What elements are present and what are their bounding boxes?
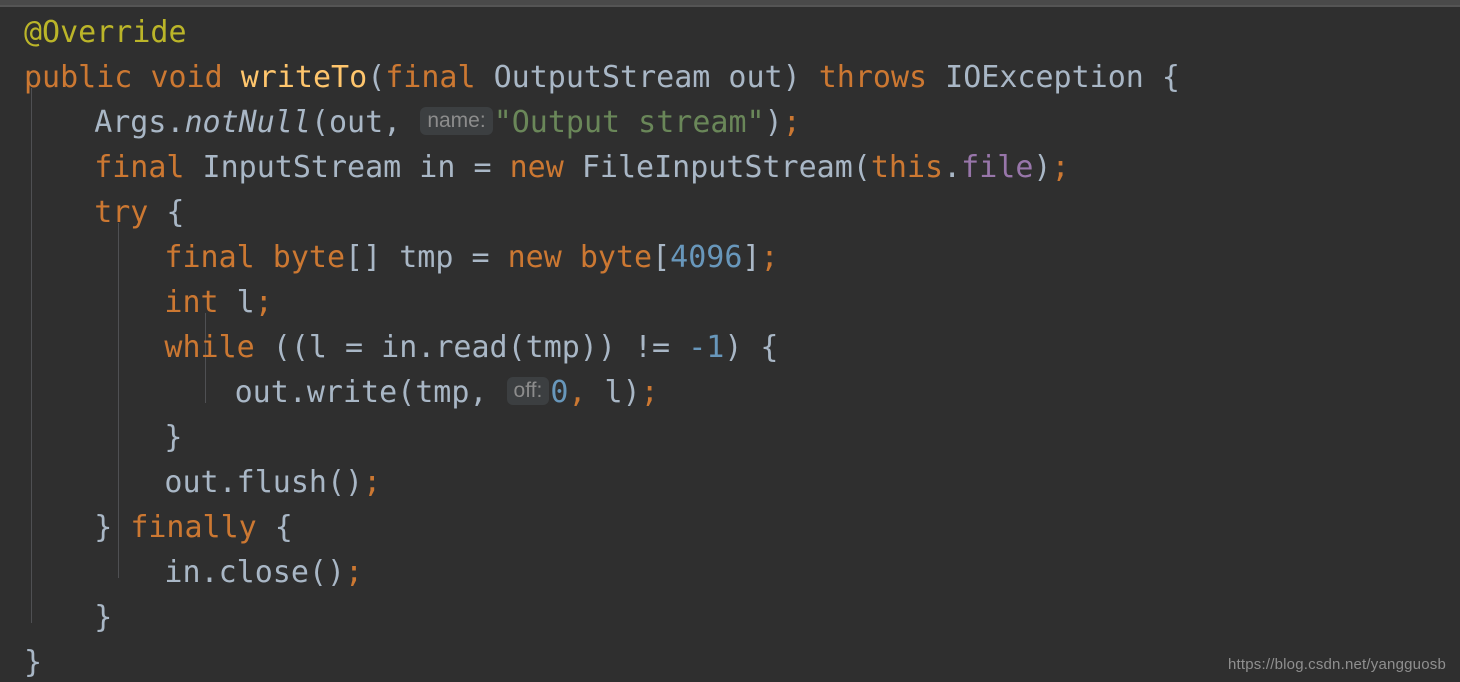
- code-token-keyword: while: [164, 330, 255, 365]
- code-line-15[interactable]: }: [24, 640, 42, 682]
- code-token-number: 4096: [670, 240, 743, 275]
- code-token-default: in.close(): [164, 555, 346, 590]
- code-token-keyword: final: [164, 240, 255, 275]
- code-line-6[interactable]: final byte[] tmp = new byte[4096];: [164, 235, 778, 280]
- code-token-semicolon: ;: [760, 240, 779, 275]
- code-token-default: l: [218, 285, 255, 320]
- code-token-default: ]: [742, 240, 761, 275]
- code-editor-screenshot: @Override public void writeTo(final Outpu…: [0, 0, 1460, 682]
- code-token-semicolon: ;: [363, 465, 382, 500]
- code-token-default: Args.: [94, 105, 185, 140]
- code-token-default: ): [764, 105, 783, 140]
- code-token-keyword: throws: [818, 60, 928, 95]
- code-token-static: notNull: [184, 105, 311, 140]
- code-token-default: .: [943, 150, 962, 185]
- code-line-1[interactable]: @Override: [24, 10, 187, 55]
- code-token-default: l): [586, 375, 641, 410]
- code-token-method: writeTo: [240, 60, 368, 95]
- code-line-14[interactable]: }: [94, 595, 112, 640]
- code-line-12[interactable]: } finally {: [94, 505, 293, 550]
- code-token-keyword: int: [164, 285, 219, 320]
- code-token-default: }: [94, 600, 113, 635]
- code-token-default: [223, 60, 241, 95]
- code-token-keyword: this: [870, 150, 944, 185]
- code-token-annotation: @Override: [24, 15, 187, 50]
- code-token-semicolon: ;: [345, 555, 364, 590]
- watermark-text: https://blog.csdn.net/yangguosb: [1227, 656, 1446, 673]
- code-line-4[interactable]: final InputStream in = new FileInputStre…: [94, 145, 1069, 190]
- code-token-semicolon: ;: [640, 375, 659, 410]
- indent-guide-1: [31, 88, 32, 623]
- code-token-keyword: byte: [272, 240, 346, 275]
- editor-surface[interactable]: @Override public void writeTo(final Outpu…: [0, 7, 1460, 682]
- code-token-semicolon: ;: [1051, 150, 1070, 185]
- code-line-8[interactable]: while ((l = in.read(tmp)) != -1) {: [164, 325, 778, 370]
- code-token-default: }: [24, 645, 43, 680]
- code-token-keyword: final: [94, 150, 185, 185]
- inlay-parameter-hint[interactable]: name:: [420, 107, 493, 135]
- code-token-keyword: new: [507, 240, 562, 275]
- code-token-default: ) {: [724, 330, 779, 365]
- code-line-11[interactable]: out.flush();: [164, 460, 381, 505]
- code-token-default: [132, 60, 150, 95]
- code-token-default: ): [1033, 150, 1052, 185]
- code-token-number: -1: [688, 330, 725, 365]
- code-line-13[interactable]: in.close();: [164, 550, 363, 595]
- code-token-semicolon: ;: [782, 105, 801, 140]
- code-token-default: [562, 240, 580, 275]
- code-token-number: 0: [550, 375, 569, 410]
- code-token-keyword: try: [94, 195, 149, 230]
- code-token-default: IOException {: [927, 60, 1180, 95]
- code-token-semicolon: ;: [254, 285, 273, 320]
- code-line-5[interactable]: try {: [94, 190, 184, 235]
- code-token-default: ((l = in.read(tmp)) !=: [254, 330, 689, 365]
- code-token-default: OutputStream out): [475, 60, 819, 95]
- code-token-default: {: [256, 510, 293, 545]
- code-token-default: out.flush(): [164, 465, 364, 500]
- code-line-7[interactable]: int l;: [164, 280, 272, 325]
- code-token-field: file: [961, 150, 1034, 185]
- code-token-keyword: void: [150, 60, 223, 95]
- code-line-10[interactable]: }: [164, 415, 182, 460]
- code-token-default: [: [652, 240, 671, 275]
- code-token-keyword: byte: [579, 240, 653, 275]
- code-token-keyword: final: [385, 60, 476, 95]
- code-token-default: [255, 240, 273, 275]
- code-line-2[interactable]: public void writeTo(final OutputStream o…: [24, 55, 1180, 100]
- code-token-keyword: finally: [130, 510, 257, 545]
- code-token-default: }: [94, 510, 131, 545]
- code-token-default: }: [164, 420, 183, 455]
- code-token-default: [] tmp =: [345, 240, 508, 275]
- code-token-keyword: new: [509, 150, 564, 185]
- code-token-default: InputStream in =: [184, 150, 510, 185]
- code-token-keyword: public: [24, 60, 133, 95]
- code-token-semicolon: ,: [568, 375, 587, 410]
- code-token-default: FileInputStream(: [563, 150, 871, 185]
- code-line-3[interactable]: Args.notNull(out, name: "Output stream");: [94, 100, 801, 145]
- code-token-default: (: [367, 60, 386, 95]
- code-line-9[interactable]: out.write(tmp, off: 0, l);: [235, 370, 659, 415]
- code-token-default: (out,: [310, 105, 420, 140]
- inlay-parameter-hint[interactable]: off:: [506, 377, 550, 405]
- code-token-default: out.write(tmp,: [234, 375, 506, 410]
- code-token-default: {: [148, 195, 185, 230]
- code-token-string: "Output stream": [493, 105, 765, 140]
